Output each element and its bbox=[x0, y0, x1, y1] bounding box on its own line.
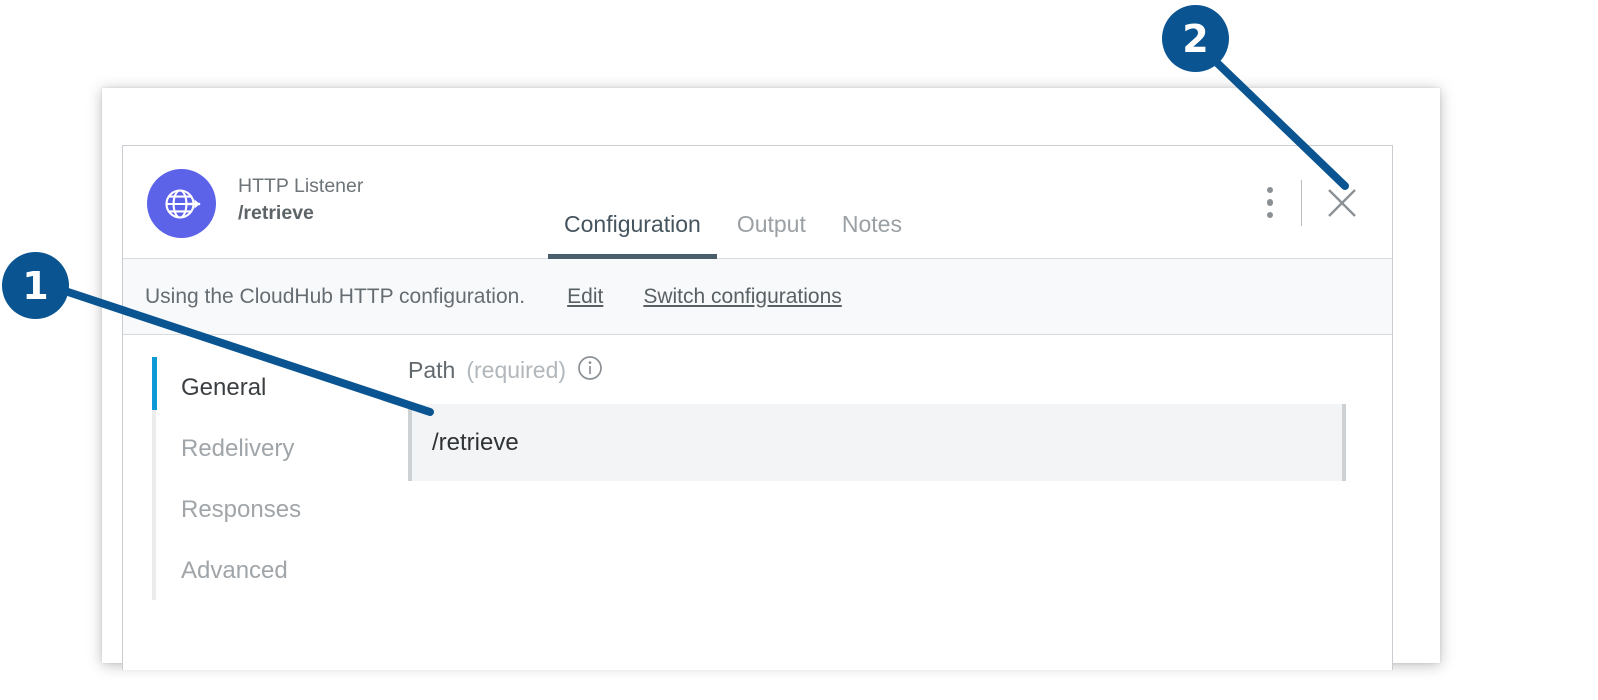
path-input[interactable]: /retrieve bbox=[408, 404, 1346, 481]
node-title-block: HTTP Listener /retrieve bbox=[238, 173, 363, 227]
config-description: Using the CloudHub HTTP configuration. bbox=[145, 285, 525, 309]
panel-header: HTTP Listener /retrieve Configuration Ou… bbox=[123, 146, 1392, 259]
tab-output[interactable]: Output bbox=[719, 211, 824, 258]
properties-panel: HTTP Listener /retrieve Configuration Ou… bbox=[122, 145, 1393, 670]
switch-configurations-link[interactable]: Switch configurations bbox=[643, 285, 841, 309]
tab-notes[interactable]: Notes bbox=[824, 211, 920, 258]
path-input-value: /retrieve bbox=[408, 429, 519, 457]
callout-badge-2: 2 bbox=[1162, 5, 1229, 72]
settings-sidebar: General Redelivery Responses Advanced bbox=[123, 335, 408, 670]
close-icon[interactable] bbox=[1322, 183, 1362, 223]
panel-tabs: Configuration Output Notes bbox=[546, 145, 920, 258]
editor-window: HTTP Listener /retrieve Configuration Ou… bbox=[102, 88, 1440, 663]
sidebar-item-advanced[interactable]: Advanced bbox=[123, 540, 408, 601]
field-area: Path (required) /retrieve bbox=[408, 335, 1392, 670]
path-field-label: Path bbox=[408, 357, 455, 384]
node-type-label: HTTP Listener bbox=[238, 173, 363, 199]
path-field-label-row: Path (required) bbox=[408, 353, 1362, 387]
path-field-required-hint: (required) bbox=[466, 357, 566, 384]
sidebar-item-redelivery[interactable]: Redelivery bbox=[123, 418, 408, 479]
header-divider bbox=[1301, 180, 1302, 226]
callout-badge-1: 1 bbox=[2, 252, 69, 319]
header-actions bbox=[1253, 146, 1374, 259]
globe-arrow-icon bbox=[147, 169, 216, 238]
info-circle-icon[interactable] bbox=[577, 355, 603, 386]
edit-config-link[interactable]: Edit bbox=[567, 285, 603, 309]
panel-body: General Redelivery Responses Advanced Pa… bbox=[123, 335, 1392, 670]
tab-configuration[interactable]: Configuration bbox=[546, 211, 719, 258]
sidebar-item-general[interactable]: General bbox=[123, 357, 408, 418]
config-strip: Using the CloudHub HTTP configuration. E… bbox=[123, 259, 1392, 335]
sidebar-item-responses[interactable]: Responses bbox=[123, 479, 408, 540]
more-options-icon[interactable] bbox=[1253, 181, 1287, 225]
node-name-label: /retrieve bbox=[238, 199, 363, 227]
screenshot-root: HTTP Listener /retrieve Configuration Ou… bbox=[0, 0, 1598, 700]
